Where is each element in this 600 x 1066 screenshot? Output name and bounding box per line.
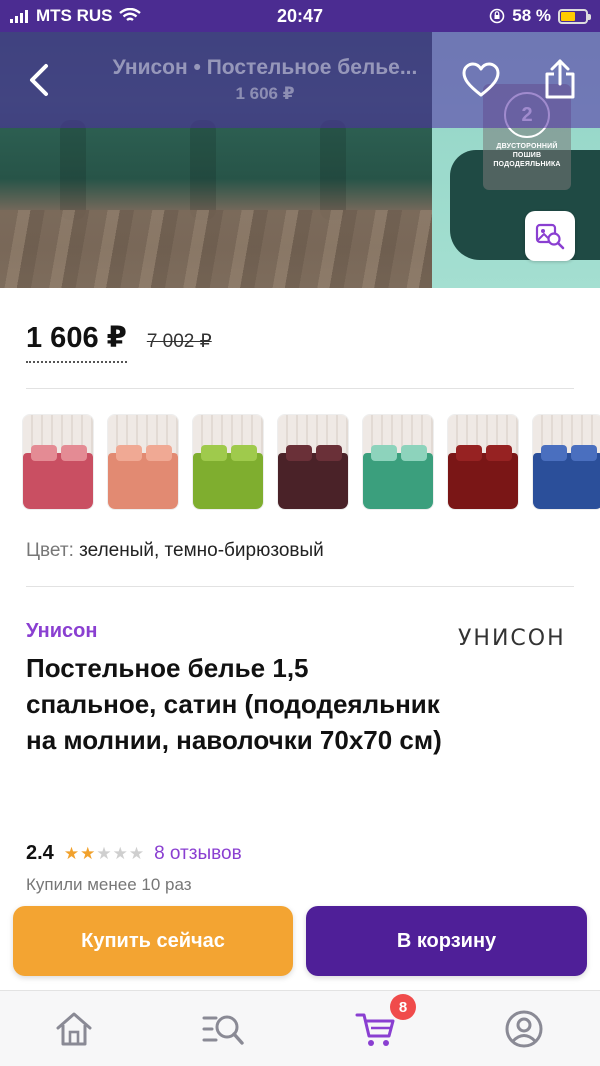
status-right: 58 % — [489, 6, 591, 26]
bedspread — [193, 453, 263, 509]
battery-icon — [558, 8, 591, 24]
favorite-button[interactable] — [462, 62, 500, 98]
pillow — [571, 445, 597, 461]
tab-bar — [0, 990, 600, 1066]
heart-icon — [462, 62, 500, 97]
pillow — [456, 445, 482, 461]
fabric-fold — [60, 120, 86, 220]
color-variant-emerald[interactable] — [362, 414, 434, 510]
bedspread — [23, 453, 93, 509]
pillow — [486, 445, 512, 461]
home-icon — [56, 1012, 92, 1046]
battery-fill — [561, 11, 575, 21]
divider — [26, 586, 574, 587]
image-search-button[interactable] — [525, 211, 575, 261]
tab-profile[interactable] — [502, 1009, 546, 1049]
bedspread — [448, 453, 518, 509]
star-filled-icon: ★ — [80, 843, 96, 863]
bedspread — [533, 453, 600, 509]
app-bar: Унисон • Постельное белье... 1 606 ₽ — [0, 32, 600, 128]
orientation-lock-icon — [489, 8, 505, 24]
color-variant-peach[interactable] — [107, 414, 179, 510]
cart-icon — [355, 1013, 395, 1046]
brand-logo[interactable]: УНИСОН — [458, 626, 566, 651]
floor-texture — [0, 210, 432, 288]
share-icon — [545, 59, 575, 99]
pillow — [371, 445, 397, 461]
cart-count-badge: 8 — [390, 994, 416, 1020]
star-empty-icon: ★ — [112, 843, 128, 863]
catalog-search-icon — [202, 1015, 244, 1045]
color-variant-pink[interactable] — [22, 414, 94, 510]
bedspread — [278, 453, 348, 509]
badge-text: ДВУСТОРОННИЙ ПОШИВ ПОДОДЕЯЛЬНИКА — [493, 143, 561, 168]
tab-home[interactable] — [52, 1009, 96, 1049]
tab-cart[interactable] — [354, 1009, 398, 1049]
pillow — [231, 445, 257, 461]
reviews-link[interactable]: 8 отзывов — [154, 843, 242, 865]
fabric-fold — [320, 120, 346, 220]
image-search-icon — [535, 223, 565, 250]
old-price: 7 002 ₽ — [146, 331, 212, 352]
rating-score: 2.4 — [26, 842, 54, 864]
color-label: Цвет: — [26, 540, 74, 561]
back-button[interactable] — [22, 60, 58, 100]
bedspread — [108, 453, 178, 509]
divider — [26, 388, 574, 389]
add-to-cart-button[interactable]: В корзину — [306, 906, 587, 976]
app-bar-price: 1 606 ₽ — [235, 84, 295, 103]
product-title: Постельное белье 1,5 спальное, сатин (по… — [26, 653, 442, 755]
star-empty-icon: ★ — [128, 843, 145, 863]
pillow — [61, 445, 87, 461]
color-variant-green[interactable] — [192, 414, 264, 510]
color-variant-chocolate[interactable] — [277, 414, 349, 510]
profile-icon — [505, 1010, 543, 1048]
current-price[interactable]: 1 606 ₽ — [26, 320, 127, 363]
fabric-fold — [190, 120, 216, 220]
rating-stars: ★ ★ ★ ★ ★ — [64, 844, 144, 864]
pillow — [146, 445, 172, 461]
battery-percent: 58 % — [512, 6, 551, 25]
tab-catalog[interactable] — [202, 1009, 246, 1049]
pillow — [541, 445, 567, 461]
buy-now-button[interactable]: Купить сейчас — [13, 906, 293, 976]
star-filled-icon: ★ — [63, 843, 80, 863]
pillow — [31, 445, 57, 461]
share-button[interactable] — [542, 58, 578, 100]
star-empty-icon: ★ — [96, 843, 112, 863]
pillow — [116, 445, 142, 461]
pillow — [401, 445, 427, 461]
brand-link[interactable]: Унисон — [26, 620, 97, 643]
bedspread — [363, 453, 433, 509]
selected-color: Цвет: зеленый, темно-бирюзовый — [26, 540, 324, 562]
pillow — [286, 445, 312, 461]
purchase-count: Купили менее 10 раз — [26, 875, 192, 894]
color-variant-blue[interactable] — [532, 414, 600, 510]
price-block: 1 606 ₽ 7 002 ₽ — [26, 320, 212, 363]
chevron-left-icon — [30, 64, 48, 96]
pillow — [201, 445, 227, 461]
color-value: зеленый, темно-бирюзовый — [79, 540, 324, 561]
color-variants — [22, 414, 600, 512]
status-bar: MTS RUS 20:47 58 % — [0, 0, 600, 32]
app-bar-title: Унисон • Постельное белье... — [112, 56, 418, 79]
color-variant-burgundy[interactable] — [447, 414, 519, 510]
pillow — [316, 445, 342, 461]
rating-row: 2.4 ★ ★ ★ ★ ★ 8 отзывов — [26, 842, 242, 865]
